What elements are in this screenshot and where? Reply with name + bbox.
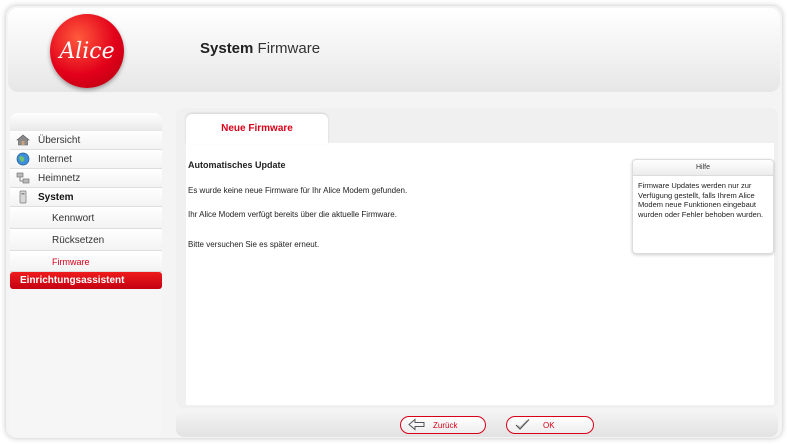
status-message: Ihr Alice Modem verfügt bereits über die…	[188, 210, 397, 219]
help-title: Hilfe	[633, 160, 773, 176]
device-icon	[16, 190, 30, 204]
status-message: Es wurde keine neue Firmware für Ihr Ali…	[188, 186, 408, 195]
help-box: Hilfe Firmware Updates werden nur zur Ve…	[632, 159, 774, 254]
sidebar-item-ruecksetzen[interactable]: Rücksetzen	[10, 229, 162, 251]
sidebar-item-label: Übersicht	[38, 135, 81, 146]
page-title-rest: Firmware	[257, 40, 321, 57]
sidebar-header	[10, 113, 162, 131]
tab-neue-firmware[interactable]: Neue Firmware	[186, 114, 328, 144]
logo-text: Alice	[59, 38, 115, 64]
sidebar-item-firmware[interactable]: Firmware	[10, 251, 162, 272]
sidebar-item-label: Firmware	[52, 257, 90, 267]
tab-label: Neue Firmware	[221, 123, 293, 134]
sidebar-item-label: System	[38, 192, 74, 203]
status-message: Bitte versuchen Sie es später erneut.	[188, 240, 320, 249]
sidebar-item-uebersicht[interactable]: Übersicht	[10, 131, 162, 150]
sidebar-item-label: Kennwort	[52, 213, 95, 224]
home-icon	[16, 133, 30, 147]
checkmark-icon	[514, 418, 532, 433]
sidebar-item-system[interactable]: System	[10, 188, 162, 207]
sidebar-item-internet[interactable]: Internet	[10, 150, 162, 169]
back-button[interactable]: Zurück	[400, 416, 486, 434]
sidebar-item-heimnetz[interactable]: Heimnetz	[10, 169, 162, 188]
sidebar-item-label: Heimnetz	[38, 173, 81, 184]
page-title: System Firmware	[200, 40, 320, 57]
sidebar-item-kennwort[interactable]: Kennwort	[10, 207, 162, 229]
alice-logo: Alice	[50, 14, 124, 88]
ok-button-label: OK	[543, 421, 555, 430]
sidebar-item-label: Rücksetzen	[52, 235, 105, 246]
globe-icon	[16, 152, 30, 166]
network-icon	[16, 171, 30, 185]
help-text: Firmware Updates werden nur zur Verfügun…	[638, 181, 764, 219]
back-arrow-icon	[408, 418, 426, 433]
ok-button[interactable]: OK	[506, 416, 594, 434]
sidebar-item-einrichtungsassistent[interactable]: Einrichtungsassistent	[10, 272, 162, 289]
section-title: Automatisches Update	[188, 160, 286, 170]
back-button-label: Zurück	[433, 421, 458, 430]
sidebar-item-label: Internet	[38, 154, 72, 165]
sidebar-item-label: Einrichtungsassistent	[20, 275, 125, 286]
page-title-bold: System	[200, 40, 254, 57]
